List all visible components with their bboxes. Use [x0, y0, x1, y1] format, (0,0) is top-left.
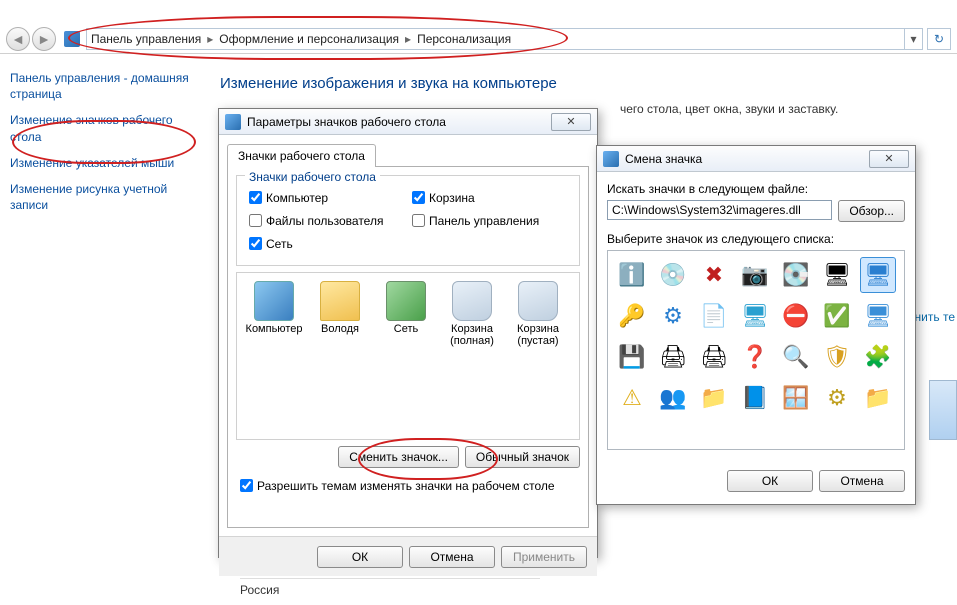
red-x-icon[interactable]: ✖ [696, 257, 732, 293]
ok-button[interactable]: ОК [317, 546, 403, 568]
info-icon[interactable]: ℹ️ [614, 257, 650, 293]
recycle-bin-full-icon [452, 281, 492, 321]
icon-item-bin-empty[interactable]: Корзина (пустая) [505, 281, 571, 347]
display-icon[interactable]: 🖥 [737, 298, 773, 334]
nav-forward-button[interactable]: ► [32, 27, 56, 51]
breadcrumb[interactable]: Панель управления ▸ Оформление и персонал… [86, 28, 905, 50]
file-path-input[interactable] [607, 200, 832, 220]
dialog-titlebar[interactable]: Смена значка ✕ [597, 146, 915, 172]
desktop-icon-settings-dialog: Параметры значков рабочего стола ✕ Значк… [218, 108, 598, 558]
checkbox-recycle-bin[interactable]: Корзина [408, 188, 571, 207]
error-icon[interactable]: ⛔ [778, 298, 814, 334]
groupbox-legend: Значки рабочего стола [245, 170, 380, 184]
warning-icon[interactable]: ⚠ [614, 380, 650, 416]
page-title: Изменение изображения и звука на компьют… [220, 75, 947, 92]
sidebar-link-account-picture[interactable]: Изменение рисунка учетной записи [10, 181, 200, 213]
checkbox-control-panel[interactable]: Панель управления [408, 211, 571, 230]
disc-icon[interactable]: 💿 [655, 257, 691, 293]
icon-item-computer[interactable]: Компьютер [241, 281, 307, 347]
computer-icon [254, 281, 294, 321]
gear-blue-icon[interactable]: ⚙ [655, 298, 691, 334]
checkbox-computer[interactable]: Компьютер [245, 188, 408, 207]
puzzle-icon[interactable]: 🧩 [860, 339, 896, 375]
document-icon[interactable]: 📄 [696, 298, 732, 334]
recycle-bin-empty-icon [518, 281, 558, 321]
apply-button[interactable]: Применить [501, 546, 587, 568]
change-icon-dialog: Смена значка ✕ Искать значки в следующем… [596, 145, 916, 505]
desktop-icons-groupbox: Значки рабочего стола Компьютер Корзина … [236, 175, 580, 266]
cancel-button[interactable]: Отмена [409, 546, 495, 568]
monitor-selected-icon[interactable]: 🖥 [860, 257, 896, 293]
dialog-title: Смена значка [625, 152, 702, 166]
chevron-right-icon: ▸ [207, 32, 213, 46]
nav-back-button[interactable]: ◄ [6, 27, 30, 51]
breadcrumb-item[interactable]: Панель управления [91, 32, 201, 46]
shield-icon[interactable]: 🛡 [819, 339, 855, 375]
ok-button[interactable]: ОК [727, 470, 813, 492]
users-icon[interactable]: 👥 [655, 380, 691, 416]
control-panel-icon [64, 31, 80, 47]
breadcrumb-item[interactable]: Оформление и персонализация [219, 32, 399, 46]
window-icon[interactable]: 🪟 [778, 380, 814, 416]
sidebar: Панель управления - домашняя страница Из… [10, 70, 200, 223]
icon-preview-list: Компьютер Володя Сеть Корзина (полная) К… [236, 272, 580, 440]
checkbox-allow-themes[interactable]: Разрешить темам изменять значки на рабоч… [236, 476, 580, 495]
chevron-right-icon: ▸ [405, 32, 411, 46]
check-icon[interactable]: ✅ [819, 298, 855, 334]
user-folder-icon [320, 281, 360, 321]
theme-thumbnail[interactable] [929, 380, 957, 440]
folder-icon[interactable]: 📁 [860, 380, 896, 416]
disk-icon[interactable]: 💾 [614, 339, 650, 375]
change-icon-button[interactable]: Сменить значок... [338, 446, 459, 468]
search-folder-icon[interactable]: 🔍 [778, 339, 814, 375]
folder-grey-icon[interactable]: 📁 [696, 380, 732, 416]
theme-name-label: Россия [240, 578, 540, 597]
file-path-label: Искать значки в следующем файле: [607, 182, 905, 196]
scanner-icon[interactable]: 🖨 [655, 339, 691, 375]
dialog-titlebar[interactable]: Параметры значков рабочего стола ✕ [219, 109, 597, 135]
checkbox-network[interactable]: Сеть [245, 234, 408, 253]
book-icon[interactable]: 📘 [737, 380, 773, 416]
key-icon[interactable]: 🔑 [614, 298, 650, 334]
refresh-button[interactable]: ↻ [927, 28, 951, 50]
sidebar-home-link[interactable]: Панель управления - домашняя страница [10, 70, 200, 102]
monitor-dark-icon[interactable]: 🖥 [819, 257, 855, 293]
checkbox-user-files[interactable]: Файлы пользователя [245, 211, 408, 230]
tab-desktop-icons[interactable]: Значки рабочего стола [227, 144, 376, 167]
dialog-icon [603, 151, 619, 167]
close-button[interactable]: ✕ [551, 113, 591, 131]
sidebar-link-desktop-icons[interactable]: Изменение значков рабочего стола [10, 112, 200, 144]
browse-button[interactable]: Обзор... [838, 200, 905, 222]
icon-item-user[interactable]: Володя [307, 281, 373, 347]
sidebar-link-mouse-pointers[interactable]: Изменение указателей мыши [10, 155, 200, 171]
breadcrumb-item[interactable]: Персонализация [417, 32, 511, 46]
screen-icon[interactable]: 🖥 [860, 298, 896, 334]
network-icon [386, 281, 426, 321]
gear-icon[interactable]: ⚙ [819, 380, 855, 416]
printer-icon[interactable]: 🖨 [696, 339, 732, 375]
cancel-button[interactable]: Отмена [819, 470, 905, 492]
dialog-icon [225, 114, 241, 130]
dialog-title: Параметры значков рабочего стола [247, 115, 446, 129]
restore-default-button[interactable]: Обычный значок [465, 446, 580, 468]
address-dropdown[interactable]: ▾ [905, 28, 923, 50]
address-bar: ◄ ► Панель управления ▸ Оформление и перс… [0, 24, 957, 54]
icon-item-network[interactable]: Сеть [373, 281, 439, 347]
drive-icon[interactable]: 💽 [778, 257, 814, 293]
camera-icon[interactable]: 📷 [737, 257, 773, 293]
close-button[interactable]: ✕ [869, 150, 909, 168]
truncated-link[interactable]: нить те [915, 310, 955, 324]
icon-grid-container[interactable]: ℹ️💿✖📷💽🖥🖥🔑⚙📄🖥⛔✅🖥💾🖨🖨❓🔍🛡🧩⚠👥📁📘🪟⚙📁 [607, 250, 905, 450]
select-icon-label: Выберите значок из следующего списка: [607, 232, 905, 246]
icon-item-bin-full[interactable]: Корзина (полная) [439, 281, 505, 347]
help-icon[interactable]: ❓ [737, 339, 773, 375]
